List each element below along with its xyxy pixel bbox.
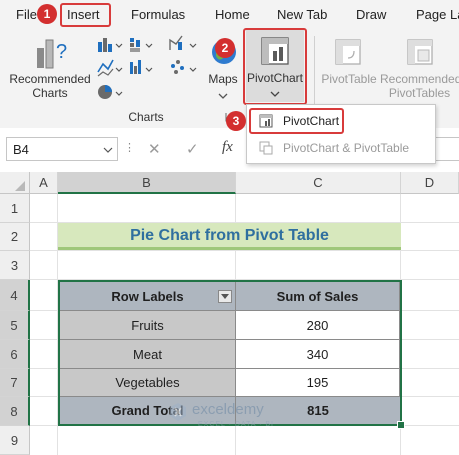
- insert-function-icon[interactable]: fx: [222, 139, 233, 156]
- recommended-pivottables-icon: [407, 39, 433, 65]
- column-header-c[interactable]: C: [236, 172, 401, 194]
- chart-type-icons[interactable]: [96, 34, 160, 104]
- pivotchart-pivottable-icon: [259, 141, 273, 155]
- recommended-charts-label-line2: Charts: [32, 86, 68, 100]
- filter-chevron-down-icon: [221, 294, 229, 299]
- row-label-meat[interactable]: Meat: [60, 340, 236, 369]
- row-header-5[interactable]: 5: [0, 311, 30, 340]
- recommended-charts-label-line1: Recommended: [9, 72, 91, 86]
- tab-file[interactable]: File: [16, 7, 37, 22]
- sheet-title[interactable]: Pie Chart from Pivot Table: [58, 223, 401, 250]
- recommended-charts-label[interactable]: Recommended Charts: [4, 72, 96, 100]
- cancel-icon[interactable]: ✕: [148, 140, 161, 158]
- row-header-1[interactable]: 1: [0, 194, 30, 223]
- insert-tab-highlight: [60, 3, 111, 27]
- pivottable-icon: [335, 39, 361, 65]
- charts-group-label: Charts: [128, 110, 164, 124]
- menu-item-pivotchart-and-pivottable[interactable]: PivotChart & PivotTable: [249, 137, 431, 159]
- recommended-charts-icon[interactable]: ?: [34, 36, 70, 70]
- exceldemy-logo-icon: [170, 403, 186, 421]
- tab-formulas[interactable]: Formulas: [131, 7, 185, 22]
- row-header-4[interactable]: 4: [0, 280, 30, 311]
- tab-new-tab[interactable]: New Tab: [277, 7, 327, 22]
- watermark-tagline: EXCEL · DATA · BI: [198, 421, 274, 428]
- header-row-labels: Row Labels: [111, 289, 184, 304]
- row-header-9[interactable]: 9: [0, 426, 30, 455]
- header-row-labels-cell[interactable]: Row Labels: [60, 282, 236, 311]
- tab-page-layout[interactable]: Page La: [416, 7, 459, 22]
- row-header-6[interactable]: 6: [0, 340, 30, 369]
- enter-icon[interactable]: ✓: [186, 140, 199, 158]
- row-label-fruits[interactable]: Fruits: [60, 311, 236, 340]
- pivotchart-dropdown-menu: PivotChart PivotChart & PivotTable: [246, 104, 436, 164]
- recommended-pivottables-label-line2: PivotTables: [388, 86, 451, 100]
- chart-type-icons-right[interactable]: [168, 34, 202, 84]
- formula-bar-grip: ⋮: [124, 142, 135, 154]
- tab-home[interactable]: Home: [215, 7, 250, 22]
- value-meat[interactable]: 340: [236, 340, 400, 369]
- value-vegetables[interactable]: 195: [236, 369, 400, 397]
- fill-handle[interactable]: [397, 421, 405, 429]
- step-badge-3: 3: [226, 111, 246, 131]
- gridline: [30, 250, 459, 251]
- step-badge-2: 2: [215, 38, 235, 58]
- name-box-value: B4: [13, 142, 29, 157]
- menu-item-pivotchart-and-pivottable-label: PivotChart & PivotTable: [283, 141, 410, 155]
- recommended-pivottables-label: Recommended PivotTables: [380, 72, 459, 100]
- row-header-8[interactable]: 8: [0, 397, 30, 426]
- exceldemy-watermark: exceldemy EXCEL · DATA · BI: [168, 400, 308, 436]
- row-header-2[interactable]: 2: [0, 223, 30, 251]
- pivottable-label: PivotTable: [321, 72, 377, 86]
- column-header-d[interactable]: D: [401, 172, 459, 194]
- column-header-a[interactable]: A: [30, 172, 58, 194]
- name-box[interactable]: B4: [6, 137, 118, 161]
- step-badge-1: 1: [37, 4, 57, 24]
- svg-text:?: ?: [56, 41, 67, 63]
- maps-chevron-down-icon[interactable]: [217, 92, 229, 100]
- pivotchart-highlight: [243, 28, 307, 105]
- pivotchart-menu-highlight: [249, 108, 344, 134]
- row-header-3[interactable]: 3: [0, 251, 30, 280]
- maps-label[interactable]: Maps: [204, 72, 242, 86]
- tab-draw[interactable]: Draw: [356, 7, 386, 22]
- recommended-pivottables-label-line1: Recommended: [380, 72, 459, 86]
- header-sum-of-sales[interactable]: Sum of Sales: [236, 282, 400, 311]
- row-label-vegetables[interactable]: Vegetables: [60, 369, 236, 397]
- filter-dropdown-button[interactable]: [218, 290, 232, 303]
- name-box-chevron-down-icon[interactable]: [103, 146, 113, 154]
- select-all-triangle-icon: [15, 181, 25, 191]
- watermark-name: exceldemy: [192, 401, 264, 418]
- select-all-corner[interactable]: [0, 172, 30, 194]
- row-header-7[interactable]: 7: [0, 369, 30, 397]
- column-header-b[interactable]: B: [58, 172, 236, 194]
- value-fruits[interactable]: 280: [236, 311, 400, 340]
